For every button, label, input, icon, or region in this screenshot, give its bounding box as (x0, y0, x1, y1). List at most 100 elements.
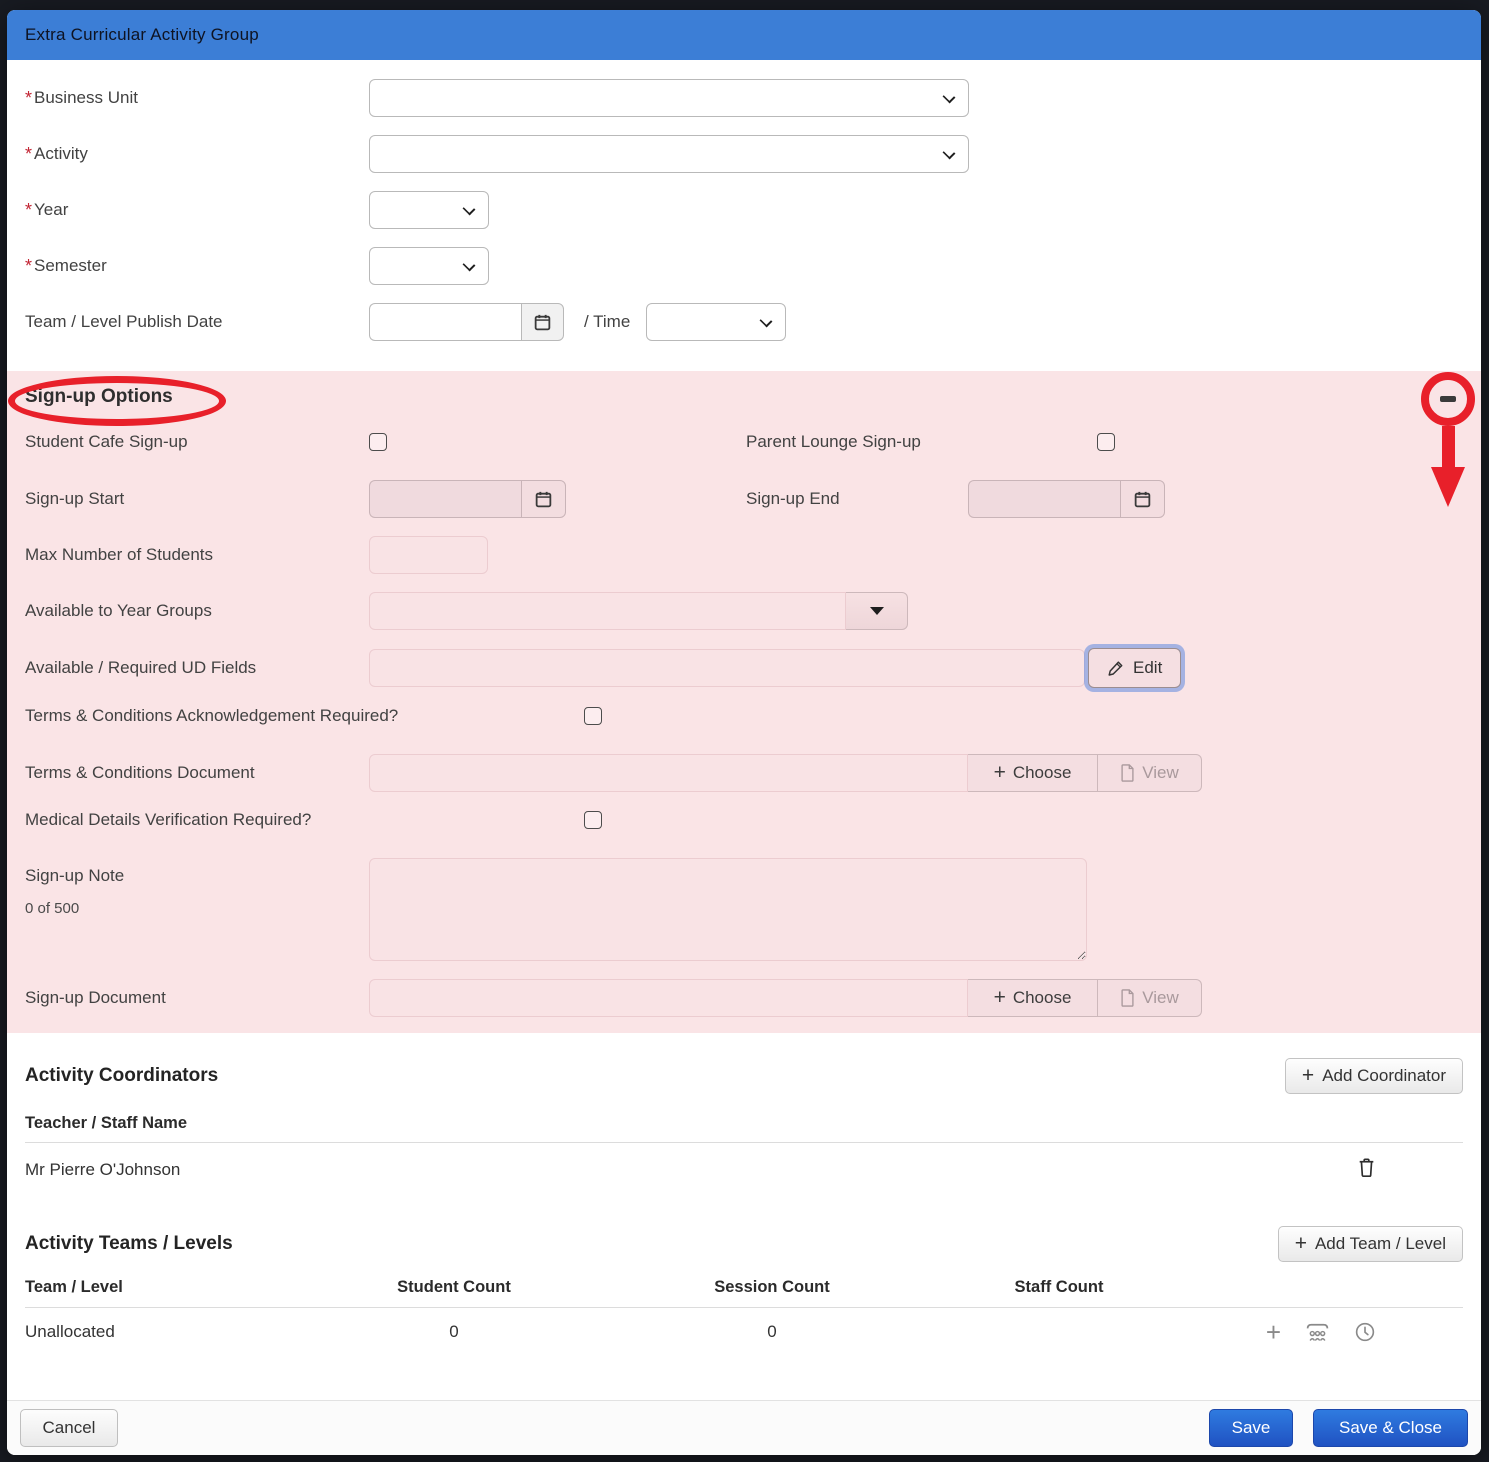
signup-start-group (369, 480, 566, 518)
tc-ack-checkbox[interactable] (584, 707, 602, 725)
student-cafe-checkbox[interactable] (369, 433, 387, 451)
signup-end-group (968, 480, 1165, 518)
coordinators-heading: Activity Coordinators (25, 1065, 218, 1087)
coordinator-column-header: Teacher / Staff Name (25, 1114, 1463, 1143)
chevron-down-icon (943, 91, 956, 104)
publish-date-group (369, 303, 564, 341)
tc-ack-label: Terms & Conditions Acknowledgement Requi… (25, 706, 584, 726)
edit-button-label: Edit (1133, 658, 1162, 678)
tc-doc-view-button[interactable]: View (1098, 754, 1202, 792)
year-groups-label: Available to Year Groups (25, 601, 369, 621)
year-groups-row: Available to Year Groups (25, 592, 1463, 630)
col-student-count: Student Count (379, 1278, 529, 1297)
medical-row: Medical Details Verification Required? (25, 810, 1463, 830)
signup-start-input[interactable] (369, 480, 521, 518)
required-asterisk: * (25, 88, 32, 108)
ud-fields-input[interactable] (369, 649, 1085, 687)
tc-ack-row: Terms & Conditions Acknowledgement Requi… (25, 706, 1463, 726)
activity-group-dialog: Extra Curricular Activity Group *Busines… (7, 10, 1481, 1455)
signup-doc-view-button[interactable]: View (1098, 979, 1202, 1017)
publish-date-calendar-button[interactable] (521, 303, 564, 341)
team-row: Unallocated 0 0 + (25, 1308, 1463, 1343)
business-unit-label: Business Unit (34, 88, 138, 107)
dialog-footer: Cancel Save Save & Close (7, 1400, 1481, 1455)
year-groups-input[interactable] (369, 592, 846, 630)
plus-icon (994, 762, 1006, 784)
edit-ud-fields-button[interactable]: Edit (1088, 648, 1181, 688)
signup-doc-label: Sign-up Document (25, 988, 369, 1008)
medical-checkbox[interactable] (584, 811, 602, 829)
semester-label: Semester (34, 256, 107, 275)
file-icon (1120, 989, 1135, 1007)
parent-lounge-label: Parent Lounge Sign-up (746, 432, 1097, 452)
team-name: Unallocated (25, 1322, 379, 1342)
team-row-actions: + (1114, 1321, 1376, 1343)
save-button[interactable]: Save (1209, 1409, 1293, 1447)
parent-lounge-checkbox[interactable] (1097, 433, 1115, 451)
file-icon (1120, 764, 1135, 782)
plus-icon (1295, 1233, 1307, 1255)
signup-doc-input[interactable] (369, 979, 968, 1017)
col-staff-count: Staff Count (1004, 1278, 1114, 1297)
students-group-button[interactable] (1304, 1321, 1331, 1343)
publish-date-label: Team / Level Publish Date (25, 312, 369, 332)
cancel-button[interactable]: Cancel (20, 1409, 118, 1447)
signup-note-label: Sign-up Note (25, 866, 369, 886)
signup-end-label: Sign-up End (746, 489, 968, 509)
tc-doc-choose-button[interactable]: Choose (968, 754, 1098, 792)
teams-heading-row: Activity Teams / Levels Add Team / Level (25, 1226, 1463, 1262)
signup-note-counter: 0 of 500 (25, 900, 369, 917)
publish-date-row: Team / Level Publish Date / Time (25, 303, 1463, 341)
business-unit-select[interactable] (369, 79, 969, 117)
semester-select[interactable] (369, 247, 489, 285)
calendar-icon (1133, 490, 1152, 509)
team-student-count: 0 (379, 1322, 529, 1342)
teams-table-header: Team / Level Student Count Session Count… (25, 1278, 1463, 1308)
view-button-label: View (1142, 763, 1179, 783)
signup-end-calendar-button[interactable] (1120, 480, 1165, 518)
choose-button-label: Choose (1013, 763, 1072, 783)
required-asterisk: * (25, 144, 32, 164)
student-cafe-label: Student Cafe Sign-up (25, 432, 369, 452)
signup-dates-row: Sign-up Start Sign-up End (25, 480, 1463, 518)
coordinator-row: Mr Pierre O'Johnson (25, 1143, 1463, 1184)
add-coordinator-label: Add Coordinator (1322, 1066, 1446, 1086)
coordinators-heading-row: Activity Coordinators Add Coordinator (25, 1058, 1463, 1094)
signup-doc-choose-button[interactable]: Choose (968, 979, 1098, 1017)
year-select[interactable] (369, 191, 489, 229)
add-session-button[interactable]: + (1266, 1322, 1281, 1343)
max-students-input[interactable] (369, 536, 488, 574)
add-team-level-button[interactable]: Add Team / Level (1278, 1226, 1463, 1262)
pencil-icon (1107, 659, 1125, 677)
required-asterisk: * (25, 256, 32, 276)
add-coordinator-button[interactable]: Add Coordinator (1285, 1058, 1463, 1094)
choose-button-label: Choose (1013, 988, 1072, 1008)
tc-doc-label: Terms & Conditions Document (25, 763, 369, 783)
plus-icon (1302, 1065, 1314, 1087)
lower-section: Activity Coordinators Add Coordinator Te… (7, 1033, 1481, 1343)
trash-icon (1356, 1156, 1377, 1179)
collapse-section-button[interactable] (1440, 396, 1456, 402)
signup-note-textarea[interactable] (369, 858, 1087, 961)
chevron-down-icon (760, 315, 773, 328)
signup-checkbox-row: Student Cafe Sign-up Parent Lounge Sign-… (25, 432, 1463, 452)
col-session-count: Session Count (697, 1278, 847, 1297)
year-groups-dropdown-button[interactable] (846, 592, 908, 630)
activity-select[interactable] (369, 135, 969, 173)
delete-coordinator-button[interactable] (1356, 1156, 1377, 1184)
footer-right-buttons: Save Save & Close (1209, 1409, 1468, 1447)
publish-date-input[interactable] (369, 303, 521, 341)
triangle-down-icon (870, 607, 884, 615)
publish-time-select[interactable] (646, 303, 786, 341)
top-form: *Business Unit *Activity *Year *Semester… (7, 60, 1481, 359)
signup-start-calendar-button[interactable] (521, 480, 566, 518)
signup-start-label: Sign-up Start (25, 489, 369, 509)
sessions-time-button[interactable] (1354, 1321, 1376, 1343)
tc-doc-input[interactable] (369, 754, 968, 792)
save-and-close-button[interactable]: Save & Close (1313, 1409, 1468, 1447)
calendar-icon (534, 490, 553, 509)
year-row: *Year (25, 191, 1463, 229)
teams-heading: Activity Teams / Levels (25, 1233, 233, 1255)
view-button-label: View (1142, 988, 1179, 1008)
signup-end-input[interactable] (968, 480, 1120, 518)
